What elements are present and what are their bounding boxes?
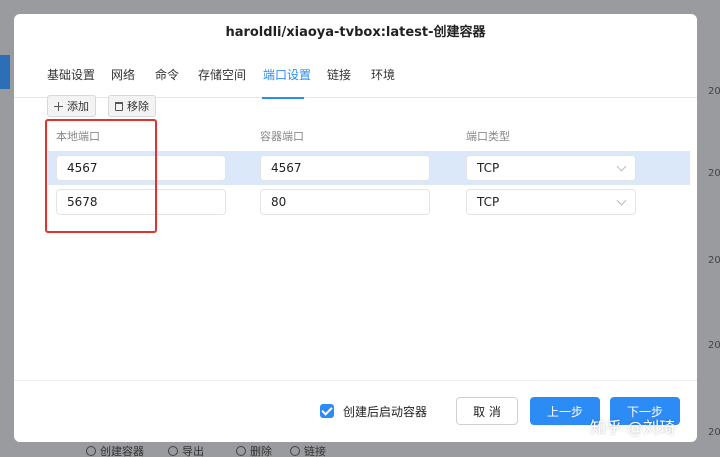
background-action-bar: 创建容器 导出 删除 链接 <box>78 441 678 457</box>
tab-basic-settings[interactable]: 基础设置 <box>47 66 95 96</box>
background-date: 20 <box>708 340 720 351</box>
trash-icon <box>236 446 246 456</box>
tab-links[interactable]: 链接 <box>327 66 351 96</box>
tab-port-settings[interactable]: 端口设置 <box>263 66 311 96</box>
watermark: 知乎 @刘琦 <box>590 418 676 437</box>
add-port-button[interactable]: 添加 <box>47 95 96 117</box>
link-icon <box>290 446 300 456</box>
container-port-input[interactable]: 80 <box>260 189 430 215</box>
background-date: 20 <box>708 86 720 97</box>
tab-environment[interactable]: 环境 <box>371 66 395 96</box>
background-sidebar-accent <box>0 55 10 89</box>
column-header-local-port: 本地端口 <box>56 130 100 143</box>
trash-icon <box>115 101 123 111</box>
column-header-container-port: 容器端口 <box>260 130 304 143</box>
background-date: 20 <box>708 255 720 266</box>
tab-network[interactable]: 网络 <box>111 66 135 96</box>
tab-bar: 基础设置 网络 命令 存储空间 端口设置 链接 环境 <box>14 52 697 98</box>
port-type-select[interactable]: TCP <box>466 155 636 181</box>
local-port-input[interactable]: 5678 <box>56 189 226 215</box>
chevron-down-icon <box>616 161 627 172</box>
footer-divider <box>14 380 697 381</box>
background-date: 20 <box>708 427 720 438</box>
local-port-input[interactable]: 4567 <box>56 155 226 181</box>
create-container-dialog: haroldli/xiaoya-tvbox:latest-创建容器 基础设置 网… <box>14 14 697 442</box>
active-tab-indicator <box>262 97 304 99</box>
background-link-button: 链接 <box>290 443 326 457</box>
remove-port-button[interactable]: 移除 <box>108 95 156 117</box>
export-icon <box>168 446 178 456</box>
dialog-title: haroldli/xiaoya-tvbox:latest-创建容器 <box>225 25 486 40</box>
tab-storage[interactable]: 存储空间 <box>198 66 246 96</box>
tab-command[interactable]: 命令 <box>155 66 179 96</box>
plus-icon <box>54 101 63 111</box>
plus-circle-icon <box>86 446 96 456</box>
chevron-down-icon <box>616 195 627 206</box>
start-after-create-label: 创建后启动容器 <box>343 405 428 419</box>
container-port-input[interactable]: 4567 <box>260 155 430 181</box>
background-export-button: 导出 <box>168 443 204 457</box>
background-date: 20 <box>708 168 720 179</box>
port-type-select[interactable]: TCP <box>466 189 636 215</box>
background-delete-button: 删除 <box>236 443 272 457</box>
column-header-port-type: 端口类型 <box>466 130 510 143</box>
cancel-button[interactable]: 取 消 <box>456 397 518 425</box>
start-after-create-checkbox[interactable] <box>320 404 334 418</box>
background-create-button: 创建容器 <box>86 443 144 457</box>
